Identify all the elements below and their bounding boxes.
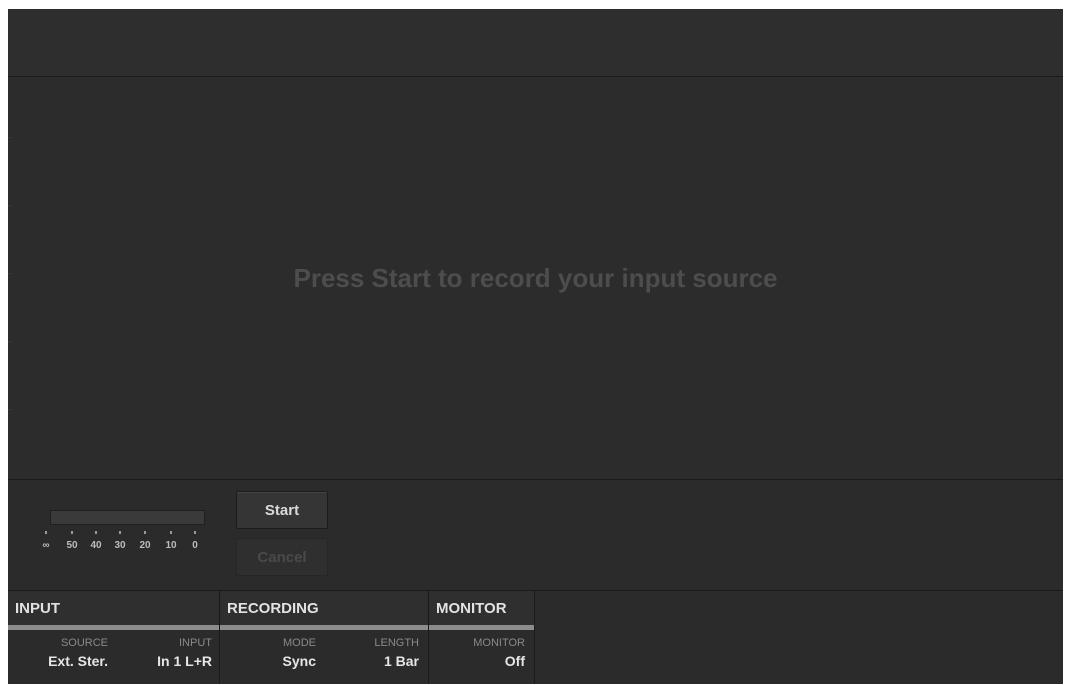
mode-value: Sync	[282, 653, 316, 669]
length-label: LENGTH	[374, 637, 419, 649]
monitor-section-header[interactable]: MONITOR	[429, 591, 534, 625]
section-underline	[8, 625, 219, 630]
section-underline	[429, 625, 534, 630]
scale-label-40: 40	[90, 540, 102, 551]
monitor-label: MONITOR	[473, 637, 525, 649]
parameter-bar: INPUT SOURCE Ext. Ster. INPUT In 1 L+R R…	[8, 590, 1063, 684]
recording-section: RECORDING MODE Sync LENGTH 1 Bar	[220, 591, 429, 684]
monitor-value: Off	[504, 653, 525, 669]
scale-label-0: 0	[192, 540, 198, 551]
meter-scale: ∞ 50 40 30 20 10 0	[38, 528, 208, 558]
scale-tick	[170, 531, 172, 534]
scale-tick	[45, 531, 47, 534]
input-section: INPUT SOURCE Ext. Ster. INPUT In 1 L+R	[8, 591, 220, 684]
input-param[interactable]: INPUT In 1 L+R	[128, 637, 212, 672]
input-level-meter	[50, 510, 205, 525]
input-label: INPUT	[179, 637, 212, 649]
input-section-header[interactable]: INPUT	[8, 591, 219, 625]
monitor-section: MONITOR MONITOR Off	[429, 591, 535, 684]
source-label: SOURCE	[60, 637, 108, 649]
sampling-record-screen: Press Start to record your input source …	[8, 9, 1063, 684]
recording-section-header[interactable]: RECORDING	[220, 591, 428, 625]
mode-label: MODE	[283, 637, 316, 649]
monitor-param[interactable]: MONITOR Off	[439, 637, 525, 672]
scale-tick	[71, 531, 73, 534]
record-display-area: Press Start to record your input source	[8, 77, 1063, 480]
input-section-title: INPUT	[15, 600, 60, 617]
length-value: 1 Bar	[383, 653, 419, 669]
scale-label-10: 10	[165, 540, 177, 551]
recording-section-title: RECORDING	[227, 600, 319, 617]
record-controls: ∞ 50 40 30 20 10 0 Start Cancel	[8, 480, 1063, 590]
section-underline	[220, 625, 428, 630]
mode-param[interactable]: MODE Sync	[236, 637, 316, 672]
scale-label-30: 30	[114, 540, 126, 551]
cancel-button[interactable]: Cancel	[236, 538, 328, 576]
input-value: In 1 L+R	[157, 653, 212, 669]
instruction-message: Press Start to record your input source	[293, 263, 778, 293]
source-param[interactable]: SOURCE Ext. Ster.	[24, 637, 108, 672]
scale-label-20: 20	[139, 540, 151, 551]
start-button[interactable]: Start	[236, 491, 328, 529]
scale-label-inf: ∞	[42, 540, 50, 551]
scale-tick	[119, 531, 121, 534]
source-value: Ext. Ster.	[48, 653, 108, 669]
scale-tick	[194, 531, 196, 534]
scale-label-50: 50	[66, 540, 78, 551]
scale-tick	[95, 531, 97, 534]
monitor-section-title: MONITOR	[436, 600, 507, 617]
scale-tick	[144, 531, 146, 534]
length-param[interactable]: LENGTH 1 Bar	[338, 637, 419, 672]
top-bar	[8, 9, 1063, 77]
